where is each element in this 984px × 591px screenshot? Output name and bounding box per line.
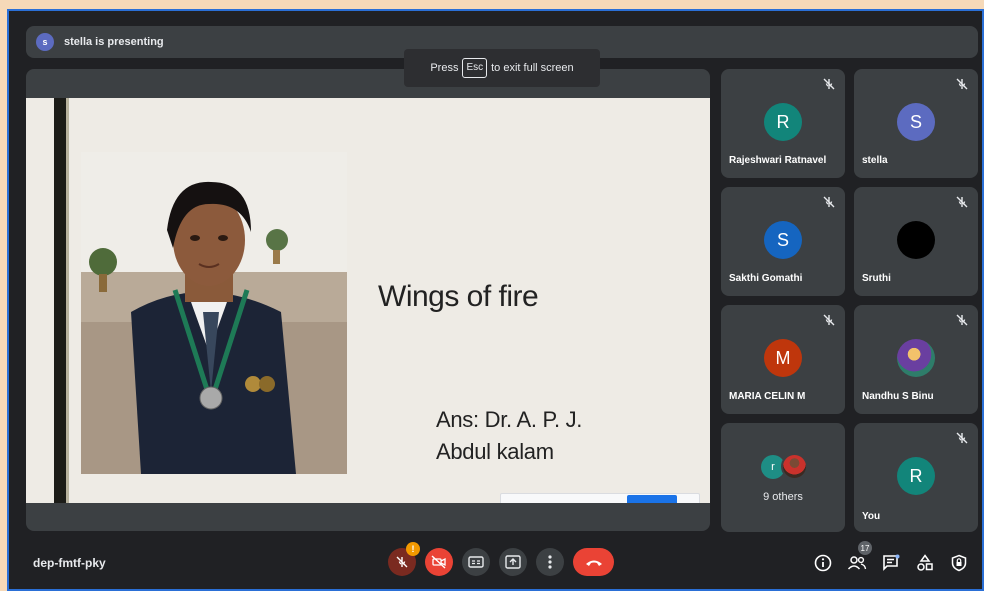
meeting-details-button[interactable] [813, 553, 833, 573]
activities-icon [917, 554, 933, 571]
toast-suffix: to exit full screen [491, 62, 574, 74]
chat-icon [883, 554, 900, 571]
participant-avatar [897, 339, 935, 377]
participant-avatar [897, 221, 935, 259]
participant-name: Nandhu S Binu [862, 391, 934, 402]
info-icon [814, 554, 832, 572]
presentation-slide: Wings of fire Ans: Dr. A. P. J. Abdul ka… [26, 98, 710, 503]
chat-button[interactable] [881, 553, 901, 573]
participant-tile[interactable]: R Rajeshwari Ratnavel [721, 69, 845, 178]
others-avatar-photo [781, 453, 808, 480]
hang-up-icon [585, 560, 602, 566]
people-button[interactable] [847, 553, 867, 573]
participant-name: MARIA CELIN M [729, 391, 806, 402]
presenter-avatar: s [36, 33, 54, 51]
camera-toggle-button[interactable] [425, 548, 453, 576]
participant-tile[interactable]: S Sakthi Gomathi [721, 187, 845, 296]
meet-window: s stella is presenting Wings of fire Ans… [7, 9, 984, 591]
shield-lock-icon [951, 554, 967, 572]
mic-off-icon [823, 314, 835, 326]
participant-avatar: M [764, 339, 802, 377]
slide-notification-button[interactable] [627, 495, 677, 503]
participant-name: stella [862, 155, 888, 166]
mic-off-icon [396, 556, 408, 568]
host-controls-button[interactable] [949, 553, 969, 573]
participant-tile[interactable]: S stella [854, 69, 978, 178]
others-tile[interactable]: r 9 others [721, 423, 845, 532]
slide-answer-line1: Ans: Dr. A. P. J. [436, 407, 583, 432]
participant-tile[interactable]: M MARIA CELIN M [721, 305, 845, 414]
participant-name: Sruthi [862, 273, 891, 284]
mic-off-icon [823, 196, 835, 208]
people-count-badge: 17 [858, 541, 872, 555]
mic-off-icon [956, 78, 968, 90]
captions-button[interactable] [462, 548, 490, 576]
camera-off-icon [431, 555, 446, 569]
captions-icon [468, 556, 484, 568]
others-avatars: r [759, 453, 819, 483]
slide-title: Wings of fire [378, 280, 539, 313]
self-tile[interactable]: R You [854, 423, 978, 532]
slide-notification-strip [500, 493, 700, 503]
presentation-stage: Wings of fire Ans: Dr. A. P. J. Abdul ka… [26, 69, 710, 531]
slide-decor-line [66, 98, 69, 503]
mic-off-icon [956, 432, 968, 444]
mic-off-icon [956, 196, 968, 208]
slide-answer-line2: Abdul kalam [436, 439, 554, 464]
presenting-label: stella is presenting [64, 36, 164, 48]
more-options-button[interactable] [536, 548, 564, 576]
present-screen-icon [505, 555, 521, 569]
people-icon [847, 556, 867, 570]
meeting-code: dep-fmtf-pky [33, 556, 106, 570]
mic-alert-badge: ! [406, 542, 420, 556]
slide-answer: Ans: Dr. A. P. J. Abdul kalam [436, 404, 582, 468]
participant-avatar: R [897, 457, 935, 495]
participant-name: Sakthi Gomathi [729, 273, 803, 284]
participant-tile[interactable]: Nandhu S Binu [854, 305, 978, 414]
toast-prefix: Press [430, 62, 459, 74]
slide-decor-bar [54, 98, 66, 503]
participant-name: Rajeshwari Ratnavel [729, 155, 827, 166]
esc-key: Esc [462, 58, 488, 78]
mic-off-icon [956, 314, 968, 326]
participant-tile[interactable]: Sruthi [854, 187, 978, 296]
present-screen-button[interactable] [499, 548, 527, 576]
participant-avatar: S [897, 103, 935, 141]
slide-photo [81, 152, 347, 474]
participant-name: You [862, 511, 881, 522]
others-count-label: 9 others [763, 491, 803, 503]
mic-off-icon [823, 78, 835, 90]
participant-avatar: S [764, 221, 802, 259]
activities-button[interactable] [915, 553, 935, 573]
fullscreen-toast: Press Esc to exit full screen [404, 49, 600, 87]
more-vert-icon [548, 555, 552, 569]
end-call-button[interactable] [573, 548, 614, 576]
participant-avatar: R [764, 103, 802, 141]
